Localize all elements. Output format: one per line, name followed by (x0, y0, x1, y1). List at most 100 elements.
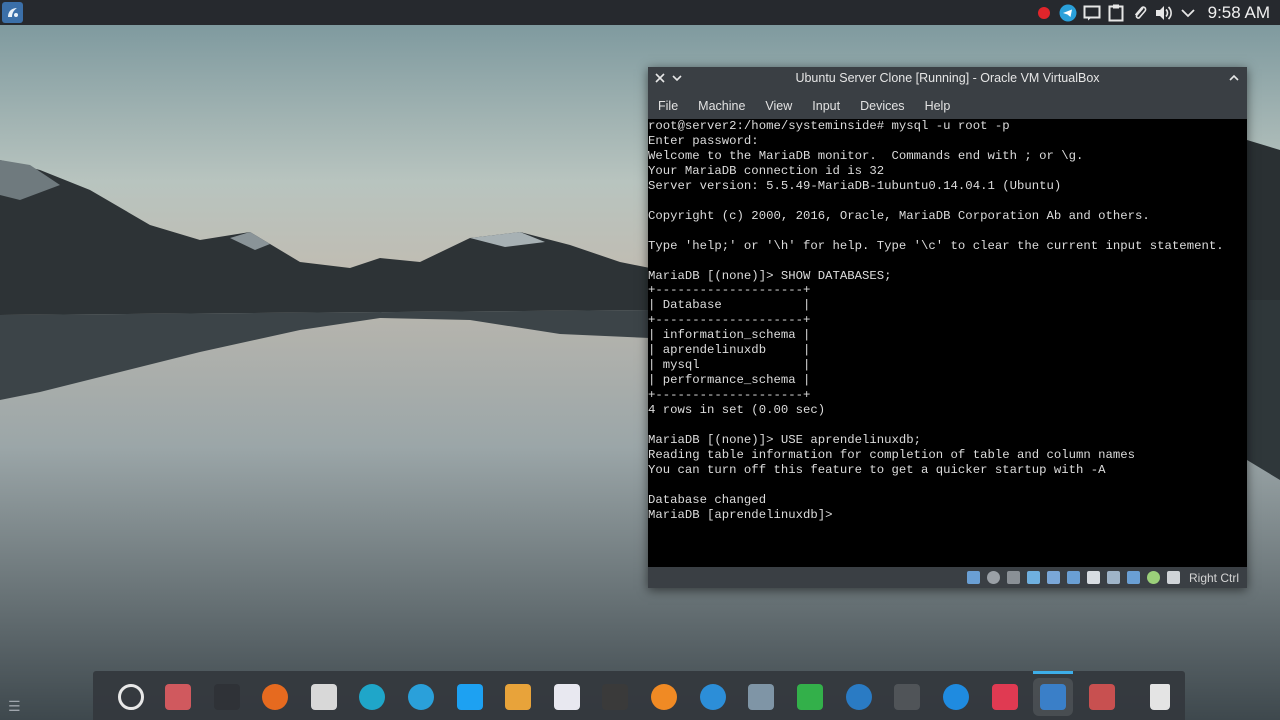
menu-file[interactable]: File (658, 99, 678, 113)
menu-icon[interactable]: ☰ (8, 698, 21, 715)
screen-recorder-icon[interactable] (1087, 682, 1117, 712)
attachment-icon[interactable] (1128, 0, 1152, 25)
menu-bar: File Machine View Input Devices Help (648, 93, 1247, 119)
usb-icon[interactable] (1046, 571, 1060, 584)
console-line: Enter password: (648, 133, 759, 148)
document-icon[interactable] (552, 682, 582, 712)
menu-view[interactable]: View (765, 99, 792, 113)
dice-icon[interactable] (990, 682, 1020, 712)
terminal-icon[interactable] (212, 682, 242, 712)
menu-devices[interactable]: Devices (860, 99, 904, 113)
inkscape-glyph (602, 684, 628, 710)
message-icon[interactable] (1080, 0, 1104, 25)
console-line: MariaDB [aprendelinuxdb]> (648, 507, 833, 522)
console-line: +--------------------+ (648, 388, 811, 403)
firefox-glyph (262, 684, 288, 710)
virtualbox-window: Ubuntu Server Clone [Running] - Oracle V… (648, 67, 1247, 588)
shared-folder-icon[interactable] (1066, 571, 1080, 584)
window-titlebar[interactable]: Ubuntu Server Clone [Running] - Oracle V… (648, 67, 1247, 91)
console-line: +--------------------+ (648, 283, 811, 298)
console-line: Copyright (c) 2000, 2016, Oracle, MariaD… (648, 208, 1150, 223)
kde-launcher-icon[interactable] (2, 2, 23, 23)
system-tray: 9:58 AM (1032, 0, 1280, 25)
network-icon[interactable] (1026, 571, 1040, 584)
console-line: 4 rows in set (0.00 sec) (648, 403, 826, 418)
console-line: MariaDB [(none)]> SHOW DATABASES; (648, 268, 892, 283)
telegram-icon[interactable] (1056, 0, 1080, 25)
keyboard-icon[interactable] (1166, 571, 1180, 584)
vm-console[interactable]: root@server2:/home/systeminside# mysql -… (648, 119, 1247, 567)
trash-glyph (1150, 684, 1170, 710)
document-glyph (554, 684, 580, 710)
screen-recorder-glyph (1089, 684, 1115, 710)
edge-browser-icon[interactable] (941, 682, 971, 712)
console-line: root@server2:/home/systeminside# mysql -… (648, 119, 1010, 133)
hard-disk-icon[interactable] (966, 571, 980, 584)
console-line: MariaDB [(none)]> USE aprendelinuxdb; (648, 433, 922, 448)
display-icon[interactable] (1086, 571, 1100, 584)
blue-sphere-glyph (700, 684, 726, 710)
optical-drive-icon[interactable] (986, 571, 1000, 584)
headphones-glyph (894, 684, 920, 710)
gitkraken-glyph (359, 684, 385, 710)
console-line: | mysql | (648, 358, 811, 373)
record-indicator-icon[interactable] (1032, 0, 1056, 25)
volume-icon[interactable] (1152, 0, 1176, 25)
chevron-down-icon[interactable] (1176, 0, 1200, 25)
console-line: You can turn off this feature to get a q… (648, 462, 1106, 477)
screenshot-icon[interactable] (746, 682, 776, 712)
sublime-text-icon[interactable] (503, 682, 533, 712)
console-line: Server version: 5.5.49-MariaDB-1ubuntu0.… (648, 178, 1062, 193)
video-capture-icon[interactable] (1106, 571, 1120, 584)
blue-sphere-icon[interactable] (698, 682, 728, 712)
trash-icon[interactable] (1145, 682, 1175, 712)
console-line: | performance_schema | (648, 373, 811, 388)
kdeconnect-glyph (846, 684, 872, 710)
cpu-icon[interactable] (1126, 571, 1140, 584)
status-bar: Right Ctrl (648, 567, 1247, 588)
console-line: | information_schema | (648, 328, 811, 343)
headphones-icon[interactable] (892, 682, 922, 712)
clipboard-icon[interactable] (1104, 0, 1128, 25)
mail-icon[interactable] (309, 682, 339, 712)
inkscape-icon[interactable] (600, 682, 630, 712)
files-icon[interactable] (163, 682, 193, 712)
chevron-up-icon[interactable] (1226, 70, 1242, 86)
menu-input[interactable]: Input (812, 99, 840, 113)
spreadsheet-icon[interactable] (795, 682, 825, 712)
clock[interactable]: 9:58 AM (1208, 3, 1270, 23)
twitter-icon[interactable] (455, 682, 485, 712)
telegram-icon[interactable] (406, 682, 436, 712)
console-line: Type 'help;' or '\h' for help. Type '\c'… (648, 238, 1224, 253)
kde-menu-icon[interactable] (116, 682, 146, 712)
dock (93, 671, 1185, 720)
menu-machine[interactable]: Machine (698, 99, 745, 113)
menu-help[interactable]: Help (925, 99, 951, 113)
telegram-glyph (408, 684, 434, 710)
firefox-icon[interactable] (260, 682, 290, 712)
audio-icon[interactable] (1006, 571, 1020, 584)
kdeconnect-icon[interactable] (844, 682, 874, 712)
mouse-integration-icon[interactable] (1146, 571, 1160, 584)
spreadsheet-glyph (797, 684, 823, 710)
sublime-text-glyph (505, 684, 531, 710)
vlc-icon[interactable] (649, 682, 679, 712)
vlc-glyph (651, 684, 677, 710)
edge-browser-glyph (943, 684, 969, 710)
screenshot-glyph (748, 684, 774, 710)
gitkraken-icon[interactable] (357, 682, 387, 712)
window-title: Ubuntu Server Clone [Running] - Oracle V… (795, 71, 1100, 85)
dice-glyph (992, 684, 1018, 710)
virtualbox-glyph (1040, 684, 1066, 710)
virtualbox-icon[interactable] (1033, 671, 1073, 716)
console-line: +--------------------+ (648, 313, 811, 328)
console-line: Reading table information for completion… (648, 447, 1136, 462)
twitter-glyph (457, 684, 483, 710)
mail-glyph (311, 684, 337, 710)
host-key-label[interactable]: Right Ctrl (1189, 571, 1239, 585)
